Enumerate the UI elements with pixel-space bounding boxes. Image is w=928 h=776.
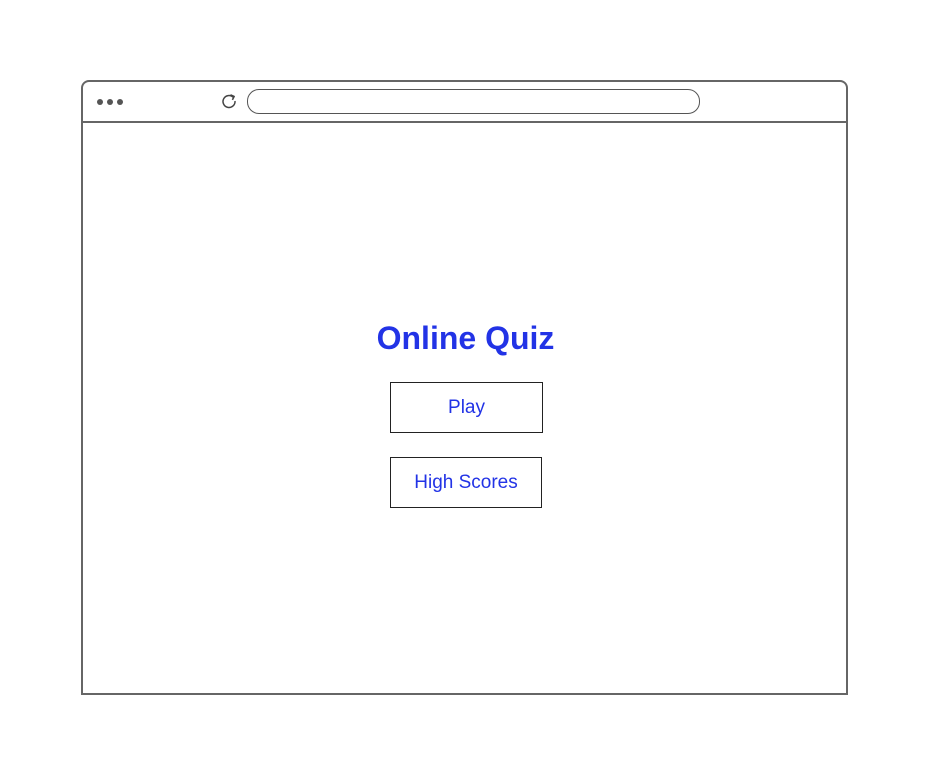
page-title: Online Quiz <box>376 320 555 356</box>
reload-icon[interactable] <box>220 92 238 110</box>
play-button[interactable]: Play <box>390 382 543 433</box>
high-scores-button[interactable]: High Scores <box>390 457 542 508</box>
ellipsis-icon[interactable] <box>97 99 123 105</box>
page-content: Online Quiz Play High Scores <box>83 123 846 693</box>
browser-window: Online Quiz Play High Scores <box>81 80 848 695</box>
address-bar[interactable] <box>247 89 700 114</box>
dot <box>107 99 113 105</box>
dot <box>97 99 103 105</box>
browser-toolbar <box>83 82 846 123</box>
dot <box>117 99 123 105</box>
